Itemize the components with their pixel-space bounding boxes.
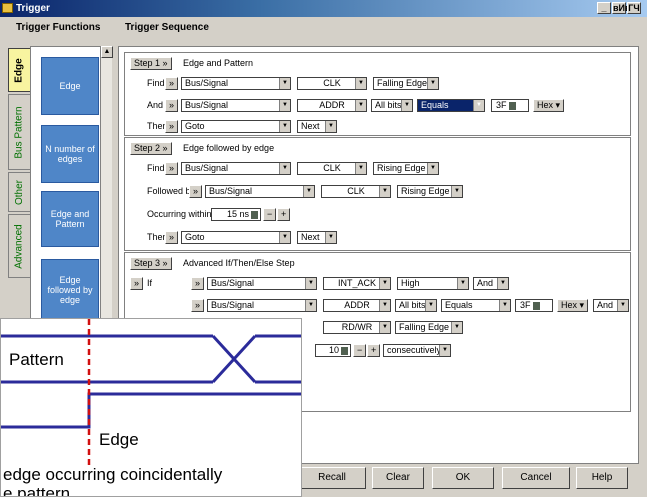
source-dropdown[interactable]: Bus/Signal ▼ — [207, 277, 317, 290]
occurring-within-label: Occurring within — [147, 209, 212, 219]
bits-dropdown[interactable]: All bits ▼ — [371, 99, 413, 112]
edge-dropdown[interactable]: Rising Edge ▼ — [373, 162, 439, 175]
minimize-button[interactable]: _ — [597, 2, 611, 14]
step3-button[interactable]: Step 3 » — [130, 257, 172, 270]
chevron-down-icon[interactable]: » — [191, 299, 205, 312]
caption-line-1: edge occurring coincidentally — [3, 465, 223, 484]
trigger-functions-heading: Trigger Functions — [16, 22, 101, 33]
source-dropdown[interactable]: Bus/Signal ▼ — [181, 99, 291, 112]
function-edge-and-pattern[interactable]: Edge and Pattern — [41, 191, 99, 247]
signal-dropdown[interactable]: RD/WR ▼ — [323, 321, 391, 334]
chevron-down-icon[interactable]: » — [165, 77, 179, 90]
bus-dropdown[interactable]: ADDR ▼ — [297, 99, 367, 112]
base-dropdown[interactable]: Hex ▾ — [557, 299, 589, 312]
chevron-down-icon[interactable]: » — [189, 185, 203, 198]
chevron-down-icon[interactable]: » — [165, 120, 179, 133]
increment-button[interactable]: + — [367, 344, 381, 357]
trigger-sequence-heading: Trigger Sequence — [125, 22, 209, 33]
recall-button[interactable]: Recall — [298, 467, 366, 489]
target-dropdown[interactable]: Next ▼ — [297, 231, 337, 244]
operator-dropdown[interactable]: Equals ▼ — [441, 299, 511, 312]
action-dropdown[interactable]: Goto ▼ — [181, 120, 291, 133]
window-title: Trigger — [16, 3, 50, 14]
target-dropdown[interactable]: Next ▼ — [297, 120, 337, 133]
signal-dropdown[interactable]: CLK ▼ — [321, 185, 391, 198]
decrement-button[interactable]: − — [353, 344, 367, 357]
step-2: Step 2 » Edge followed by edge Find » Bu… — [124, 137, 631, 251]
pattern-label: Pattern — [9, 350, 64, 369]
functions-scrollbar[interactable]: ▲ — [100, 46, 113, 336]
bus-dropdown[interactable]: ADDR ▼ — [323, 299, 391, 312]
action-dropdown[interactable]: Goto ▼ — [181, 231, 291, 244]
level-dropdown[interactable]: High ▼ — [397, 277, 469, 290]
tab-bus-pattern[interactable]: Bus Pattern — [8, 94, 30, 170]
source-dropdown[interactable]: Bus/Signal ▼ — [207, 299, 317, 312]
function-n-edges[interactable]: N number of edges — [41, 125, 99, 183]
find-label: Find — [147, 78, 165, 88]
scroll-up-icon[interactable]: ▲ — [101, 46, 113, 58]
calculator-icon[interactable] — [508, 101, 516, 110]
app-icon — [2, 3, 13, 13]
signal-dropdown[interactable]: INT_ACK ▼ — [323, 277, 391, 290]
value-field[interactable]: 3F — [515, 299, 553, 312]
chevron-down-icon[interactable]: » — [165, 231, 179, 244]
bits-dropdown[interactable]: All bits ▼ — [395, 299, 437, 312]
step-1: Step 1 » Edge and Pattern Find » Bus/Sig… — [124, 52, 631, 136]
chevron-down-icon[interactable]: » — [165, 162, 179, 175]
calculator-icon[interactable] — [532, 301, 540, 310]
find-label: Find — [147, 163, 165, 173]
step1-button[interactable]: Step 1 » — [130, 57, 172, 70]
cancel-button[interactable]: Cancel — [502, 467, 570, 489]
decrement-button[interactable]: − — [263, 208, 277, 221]
restore-button[interactable]: вИв — [612, 2, 631, 14]
panel-headers: Trigger Functions Trigger Sequence — [0, 20, 647, 36]
step1-title: Edge and Pattern — [183, 58, 254, 68]
edge-signal-line — [1, 392, 301, 429]
time-field[interactable]: 15 ns — [211, 208, 261, 221]
base-dropdown[interactable]: Hex ▾ — [533, 99, 565, 112]
signal-dropdown[interactable]: CLK ▼ — [297, 162, 367, 175]
ok-button[interactable]: OK — [432, 467, 494, 489]
chevron-down-icon[interactable]: » — [130, 277, 144, 290]
function-edge-followed-by-edge[interactable]: Edge followed by edge — [41, 259, 99, 321]
clear-button[interactable]: Clear — [372, 467, 424, 489]
edge-label: Edge — [99, 430, 139, 449]
edge-dropdown[interactable]: Rising Edge ▼ — [397, 185, 463, 198]
source-dropdown[interactable]: Bus/Signal ▼ — [205, 185, 315, 198]
operator-dropdown[interactable]: Equals ▼ — [417, 99, 485, 112]
tab-advanced[interactable]: Advanced — [8, 214, 30, 278]
edge-dropdown[interactable]: Falling Edge ▼ — [373, 77, 439, 90]
help-button[interactable]: Help — [576, 467, 628, 489]
source-dropdown[interactable]: Bus/Signal ▼ — [181, 162, 291, 175]
source-dropdown[interactable]: Bus/Signal ▼ — [181, 77, 291, 90]
and-label: And — [147, 100, 164, 110]
waveform-overlay: Pattern Edge edge occurring coincidental… — [0, 318, 302, 497]
close-button[interactable]: ГЧ — [627, 2, 641, 14]
edge-dropdown[interactable]: Falling Edge ▼ — [395, 321, 463, 334]
signal-dropdown[interactable]: CLK ▼ — [297, 77, 367, 90]
step2-button[interactable]: Step 2 » — [130, 142, 172, 155]
logic-dropdown[interactable]: And ▼ — [593, 299, 629, 312]
logic-dropdown[interactable]: And ▼ — [473, 277, 509, 290]
tab-other[interactable]: Other — [8, 172, 30, 212]
function-edge[interactable]: Edge — [41, 57, 99, 115]
chevron-down-icon[interactable]: » — [165, 99, 179, 112]
mode-dropdown[interactable]: consecutively ▼ — [383, 344, 451, 357]
caption-line-2: e pattern — [3, 484, 71, 497]
title-bar: Trigger _ вИв ГЧ — [0, 0, 647, 17]
calculator-icon[interactable] — [251, 210, 258, 219]
calculator-icon[interactable] — [341, 346, 348, 355]
tab-edge[interactable]: Edge — [8, 48, 30, 92]
step2-title: Edge followed by edge — [183, 143, 275, 153]
if-label: If — [147, 278, 153, 288]
followed-by-label: Followed by — [147, 186, 196, 196]
count-field[interactable]: 10 — [315, 344, 351, 357]
value-field[interactable]: 3F — [491, 99, 529, 112]
step3-title: Advanced If/Then/Else Step — [183, 258, 295, 268]
increment-button[interactable]: + — [277, 208, 291, 221]
chevron-down-icon[interactable]: » — [191, 277, 205, 290]
